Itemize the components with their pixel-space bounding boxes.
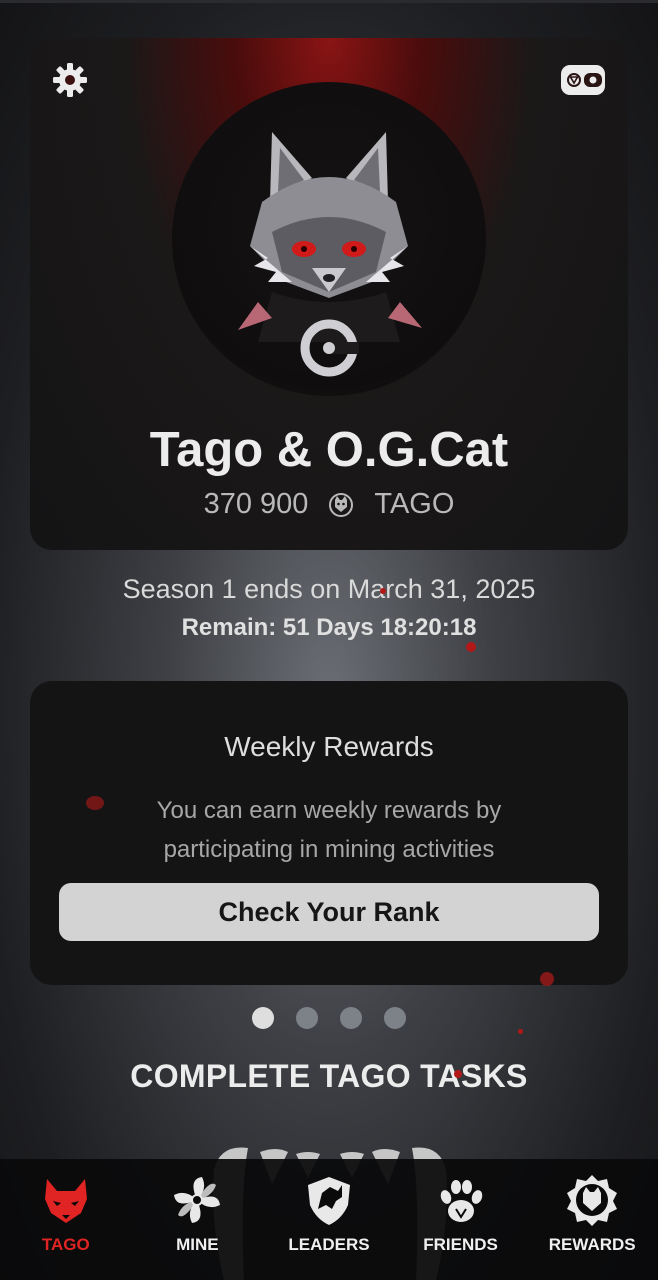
- carousel-dot-4[interactable]: [384, 1007, 406, 1029]
- season-end-text: Season 1 ends on March 31, 2025: [122, 574, 536, 604]
- nav-label-friends: FRIENDS: [423, 1235, 498, 1254]
- wallet-icon[interactable]: [560, 62, 606, 98]
- balance-row: 370 900 TAGO: [30, 488, 628, 521]
- nav-item-friends[interactable]: FRIENDS: [401, 1159, 521, 1255]
- decorative-speck: [86, 796, 104, 810]
- nav-item-tago[interactable]: TAGO: [6, 1159, 126, 1255]
- mascot-avatar: [172, 82, 486, 396]
- bottom-nav: TAGO MINE LEADERS FRIENDS REWARDS: [0, 1159, 658, 1280]
- nav-item-rewards[interactable]: REWARDS: [532, 1159, 652, 1255]
- page-title: Tago & O.G.Cat: [149, 423, 509, 477]
- profile-card: Tago & O.G.Cat 370 900 TAGO: [30, 38, 628, 550]
- balance-amount: 370 900: [203, 488, 309, 520]
- decorative-speck: [466, 642, 476, 652]
- weekly-rewards-description: You can earn weekly rewards by participa…: [156, 797, 502, 863]
- paw-icon: [440, 1180, 482, 1222]
- nav-label-rewards: REWARDS: [548, 1235, 636, 1254]
- nav-label-tago: TAGO: [41, 1235, 90, 1254]
- check-rank-button[interactable]: Check Your Rank: [59, 883, 599, 941]
- wolf-icon: [44, 1179, 87, 1223]
- nav-label-leaders: LEADERS: [288, 1235, 370, 1254]
- decorative-speck: [540, 972, 554, 986]
- weekly-rewards-title: Weekly Rewards: [224, 731, 434, 762]
- carousel-dot-2[interactable]: [296, 1007, 318, 1029]
- decorative-speck: [380, 588, 386, 594]
- pinwheel-icon: [174, 1177, 221, 1223]
- carousel-dot-1[interactable]: [252, 1007, 274, 1029]
- wolf-shield-icon: [307, 1177, 350, 1225]
- carousel-indicator: [0, 1007, 658, 1029]
- balance-currency: TAGO: [374, 488, 455, 520]
- nav-label-mine: MINE: [176, 1235, 219, 1254]
- nav-item-mine[interactable]: MINE: [137, 1159, 257, 1255]
- gear-icon[interactable]: [50, 60, 90, 100]
- carousel-dot-3[interactable]: [340, 1007, 362, 1029]
- weekly-rewards-card: Weekly Rewards You can earn weekly rewar…: [30, 681, 628, 985]
- tasks-heading: COMPLETE TAGO TASKS: [130, 1058, 528, 1094]
- decorative-speck: [454, 1070, 462, 1078]
- tago-coin-icon: [329, 492, 354, 517]
- status-bar-line: [0, 0, 658, 3]
- badge-icon: [567, 1175, 618, 1226]
- decorative-speck: [518, 1029, 523, 1034]
- nav-item-leaders[interactable]: LEADERS: [269, 1159, 389, 1255]
- season-countdown: Remain: 51 Days 18:20:18: [181, 614, 477, 641]
